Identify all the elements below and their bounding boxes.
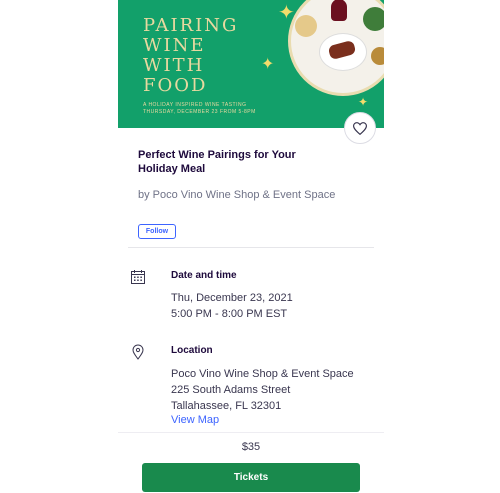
wine-glass <box>331 0 347 21</box>
sparkle-icon: ✦ <box>358 95 369 109</box>
sparkle-icon: ✦ <box>261 56 275 73</box>
event-title: Perfect Wine Pairings for Your Holiday M… <box>138 149 296 175</box>
hero-subtitle: A Holiday Inspired Wine Tasting Thursday… <box>143 102 256 116</box>
date-time-heading: Date and time <box>171 270 237 281</box>
tickets-button[interactable]: Tickets <box>142 463 360 492</box>
venue-name: Poco Vino Wine Shop & Event Space <box>171 368 354 380</box>
follow-button[interactable]: Follow <box>138 224 176 239</box>
greens-dish <box>363 7 384 31</box>
hero-subtitle-line1: A Holiday Inspired Wine Tasting <box>143 102 247 108</box>
sparkle-icon: ✦ <box>278 2 295 24</box>
calendar-icon <box>131 270 145 284</box>
event-date: Thu, December 23, 2021 <box>171 292 293 304</box>
street-address: 225 South Adams Street <box>171 384 291 396</box>
side-dish <box>295 15 317 37</box>
city-state-zip: Tallahassee, FL 32301 <box>171 400 282 412</box>
event-page: Pairing Wine With Food A Holiday Inspire… <box>118 0 384 493</box>
ticket-price: $35 <box>241 441 261 453</box>
view-map-link[interactable]: View Map <box>171 414 219 426</box>
location-heading: Location <box>171 345 213 356</box>
organizer-name[interactable]: by Poco Vino Wine Shop & Event Space <box>138 187 338 203</box>
hero-title: Pairing Wine With Food <box>143 15 239 96</box>
food-plate-image <box>288 0 384 96</box>
location-pin-icon <box>132 344 144 360</box>
like-button[interactable] <box>344 112 376 144</box>
event-time: 5:00 PM - 8:00 PM EST <box>171 308 288 320</box>
divider <box>128 247 374 248</box>
bread-dish <box>371 47 384 65</box>
heart-icon <box>353 121 367 135</box>
event-hero-banner: Pairing Wine With Food A Holiday Inspire… <box>118 0 384 128</box>
hero-subtitle-line2: Thursday, December 23 from 5-8PM <box>143 109 256 115</box>
